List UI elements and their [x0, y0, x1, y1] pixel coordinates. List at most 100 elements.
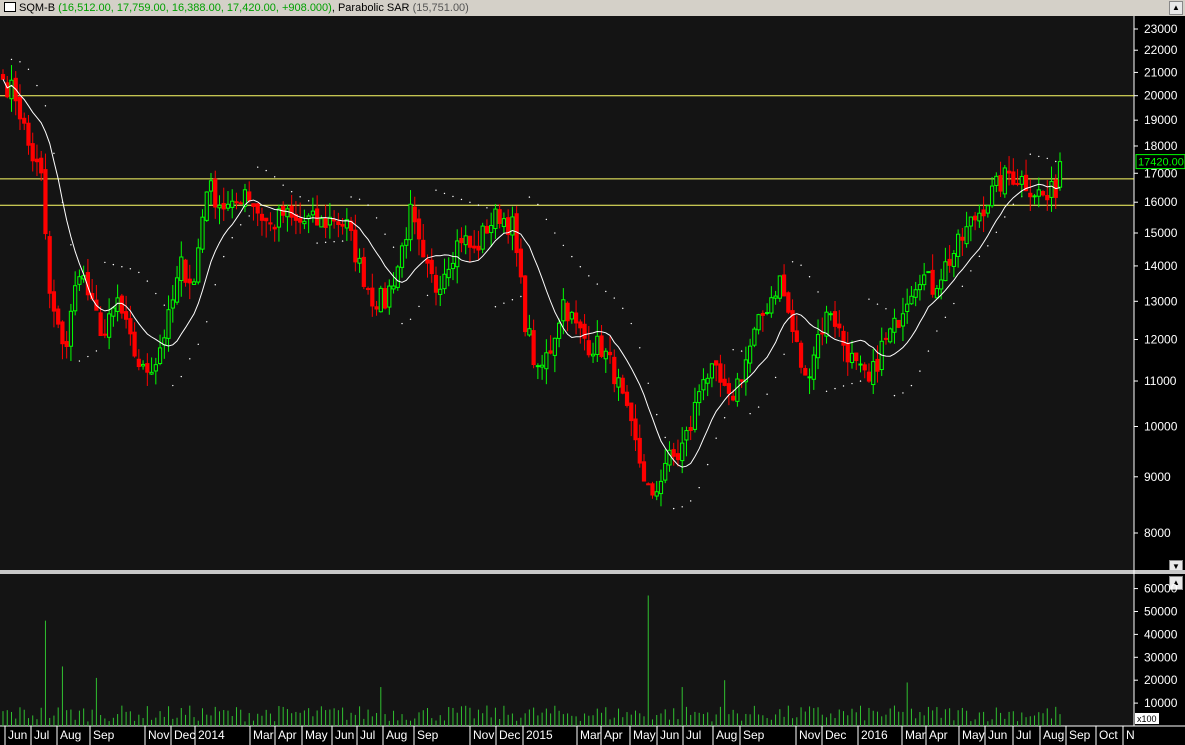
sar-dot	[443, 192, 446, 195]
candle-body	[514, 213, 519, 254]
candle-body	[650, 483, 655, 496]
candle-body	[221, 202, 226, 210]
candle-body	[238, 202, 243, 205]
sar-dot	[596, 283, 598, 285]
candle-body	[629, 402, 634, 422]
candle-body	[153, 364, 158, 372]
candle-body	[832, 311, 838, 327]
sar-dot	[112, 263, 115, 266]
candle-body	[111, 307, 116, 317]
candle-body	[523, 275, 528, 333]
volume-tick-label: 40000	[1144, 627, 1178, 641]
sar-dot	[732, 349, 734, 351]
sar-dot	[257, 166, 259, 168]
sar-dot	[197, 343, 199, 346]
sar-dot	[358, 198, 361, 200]
candle-body	[798, 342, 804, 368]
last-price-label: 17420.00	[1138, 157, 1184, 169]
candle-body	[412, 206, 417, 223]
candle-body	[624, 391, 630, 406]
scroll-up-icon[interactable]: ▲	[1169, 1, 1183, 15]
candle-body	[586, 340, 591, 356]
candle-body	[705, 377, 710, 384]
sar-dot	[511, 299, 514, 301]
candle-body	[731, 395, 736, 401]
sar-dot	[936, 330, 938, 332]
candle-body	[272, 226, 277, 230]
x-axis-label: Dec	[174, 728, 195, 742]
sar-dot	[248, 215, 250, 217]
sar-dot	[180, 375, 182, 378]
candle-body	[450, 262, 456, 270]
sar-dot	[944, 316, 947, 319]
sar-dot	[783, 353, 785, 356]
sar-dot	[664, 436, 666, 439]
sar-dot	[639, 347, 641, 349]
pane-divider[interactable]	[0, 570, 1185, 574]
candle-body	[1019, 175, 1024, 185]
x-axis-label: Jul	[686, 728, 701, 742]
candle-body	[552, 337, 557, 356]
candle-body	[26, 122, 31, 146]
sar-dot	[605, 290, 607, 293]
sar-dot	[172, 384, 174, 387]
price-tick-label: 21000	[1144, 65, 1178, 79]
sar-dot	[155, 292, 157, 295]
chart-canvas[interactable]: 2300022000210002000019000180001700016000…	[0, 16, 1185, 745]
sar-dot	[189, 358, 191, 360]
candle-body	[616, 377, 621, 388]
x-axis-label: Sep	[1069, 728, 1091, 742]
candle-body	[489, 225, 494, 234]
candle-body	[455, 240, 460, 268]
candle-body	[378, 287, 383, 313]
x-axis-label: Dec	[825, 728, 846, 742]
sar-dot	[27, 68, 30, 71]
candle-body	[34, 158, 40, 163]
x-axis-label: Aug	[386, 728, 407, 742]
candle-body	[548, 350, 553, 354]
candle-body	[200, 216, 205, 250]
sar-dot	[214, 284, 216, 286]
candle-body	[1032, 195, 1037, 198]
sar-dot	[766, 393, 768, 395]
candle-body	[497, 209, 502, 224]
candle-body	[1049, 181, 1054, 198]
candle-body	[124, 311, 129, 320]
candle-body	[43, 169, 48, 235]
sar-dot	[647, 382, 649, 385]
candle-body	[255, 203, 260, 214]
candle-body	[310, 210, 315, 216]
price-tick-label: 10000	[1144, 420, 1178, 434]
sar-dot	[44, 105, 47, 107]
sar-dot	[1012, 203, 1015, 205]
candle-body	[510, 216, 515, 236]
candle-body	[493, 208, 498, 230]
sar-dot	[715, 437, 717, 439]
price-pane	[0, 16, 1134, 570]
candle-body	[565, 302, 570, 322]
candle-body	[968, 216, 973, 227]
candle-body	[909, 295, 914, 305]
sar-dot	[885, 308, 887, 310]
candle-body	[654, 491, 659, 497]
sar-dot	[834, 387, 836, 390]
candle-body	[905, 303, 910, 312]
candle-body	[663, 462, 668, 481]
sar-dot	[486, 207, 488, 209]
candle-body	[947, 258, 952, 266]
sar-dot	[1038, 155, 1040, 158]
candle-body	[204, 191, 209, 221]
x-axis-label: Nov	[799, 728, 820, 742]
candle-body	[960, 236, 965, 241]
sar-dot	[995, 231, 998, 234]
candle-body	[0, 74, 6, 80]
sar-dot	[19, 61, 21, 63]
sar-dot	[859, 380, 862, 382]
candle-body	[569, 311, 574, 320]
volume-tick-label: 50000	[1144, 604, 1178, 618]
sar-dot	[418, 305, 420, 308]
sar-dot	[392, 246, 395, 248]
sar-dot	[273, 176, 276, 178]
window-icon[interactable]	[4, 2, 16, 12]
candle-body	[208, 180, 214, 192]
